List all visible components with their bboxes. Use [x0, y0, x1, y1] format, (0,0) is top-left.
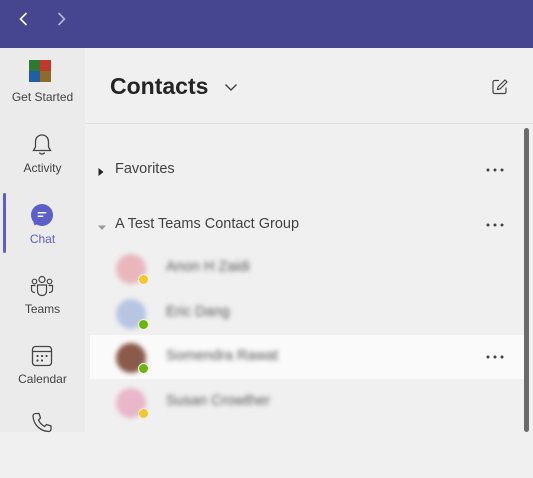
chevron-down-icon: [225, 84, 237, 91]
phone-icon: [29, 410, 55, 436]
presence-available-icon: [138, 319, 149, 330]
rail-item-label: Get Started: [11, 90, 74, 104]
rail-item-activity[interactable]: Activity: [0, 132, 85, 200]
contact-item[interactable]: Eric Dang: [90, 291, 525, 335]
rail-item-calendar[interactable]: Calendar: [0, 343, 85, 411]
app-rail: Get Started Activity Chat Teams Calendar: [0, 48, 85, 433]
contacts-panel: Contacts Favorites A Test Teams Contact …: [85, 48, 533, 432]
rail-item-teams[interactable]: Teams: [0, 273, 85, 341]
group-title: A Test Teams Contact Group: [115, 216, 300, 232]
title-dropdown-button[interactable]: [223, 79, 239, 95]
contact-name: Susan Crowther: [166, 393, 270, 409]
rail-item-chat[interactable]: Chat: [0, 203, 85, 271]
title-bar: [0, 0, 533, 48]
rail-item-get-started[interactable]: Get Started: [0, 58, 85, 126]
more-options-button[interactable]: [483, 161, 507, 179]
panel-header: Contacts: [85, 48, 533, 124]
presence-away-icon: [138, 408, 149, 419]
compose-icon: [492, 79, 508, 95]
rail-item-label: Activity: [23, 161, 62, 175]
calendar-icon: [29, 343, 55, 369]
more-options-button[interactable]: [483, 216, 507, 234]
page-title: Contacts: [110, 73, 209, 99]
rail-item-label: Teams: [24, 302, 61, 316]
bell-icon: [29, 132, 55, 158]
group-test-teams-contact-group[interactable]: A Test Teams Contact Group: [85, 203, 525, 247]
rail-item-calls[interactable]: [0, 410, 85, 478]
teams-icon: [29, 273, 55, 299]
contact-item[interactable]: Anon H Zaidi: [90, 246, 525, 290]
presence-away-icon: [138, 274, 149, 285]
more-icon: [486, 168, 504, 172]
chevron-right-icon: [57, 12, 66, 26]
caret-right-icon: [97, 164, 105, 176]
chat-icon: [29, 203, 55, 229]
contact-name: Anon H Zaidi: [166, 259, 250, 275]
chevron-left-icon: [19, 12, 28, 26]
rail-item-label: Calendar: [18, 372, 67, 386]
contact-item[interactable]: Susan Crowther: [90, 380, 525, 424]
new-chat-button[interactable]: [490, 77, 510, 97]
contact-name: Somendra Rawat: [166, 348, 279, 364]
group-title: Favorites: [115, 161, 175, 177]
contact-item[interactable]: Somendra Rawat: [90, 335, 525, 379]
group-favorites[interactable]: Favorites: [85, 148, 525, 192]
get-started-icon: [29, 60, 52, 82]
forward-button[interactable]: [51, 9, 71, 29]
caret-down-icon: [97, 219, 106, 230]
contact-name: Eric Dang: [166, 304, 230, 320]
rail-item-label: Chat: [29, 232, 56, 246]
more-icon: [486, 355, 504, 359]
presence-available-icon: [138, 363, 149, 374]
more-icon: [486, 223, 504, 227]
back-button[interactable]: [14, 9, 34, 29]
more-options-button[interactable]: [483, 348, 507, 366]
scrollbar[interactable]: [524, 128, 529, 432]
